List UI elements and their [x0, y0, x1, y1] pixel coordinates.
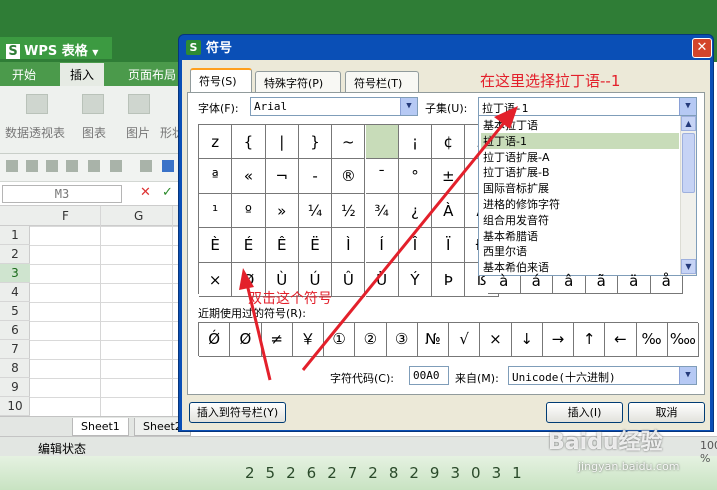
watermark-url: jingyan.baidu.com — [578, 460, 680, 473]
arrowhead-icon — [494, 106, 518, 129]
symbol-cell[interactable]: å — [650, 274, 683, 294]
symbol-cell[interactable]: à — [488, 274, 521, 294]
symbol-cell[interactable]: ä — [618, 274, 651, 294]
watermark-logo: Baidu经验 — [548, 430, 663, 455]
symbol-cell[interactable]: â — [553, 274, 586, 294]
symbol-cell[interactable]: ã — [585, 274, 618, 294]
arrowhead-icon — [239, 268, 254, 290]
symbol-cell[interactable]: á — [520, 274, 553, 294]
arrow-line — [245, 283, 272, 381]
arrow-line — [301, 117, 510, 371]
annotation-arrows — [239, 106, 518, 381]
